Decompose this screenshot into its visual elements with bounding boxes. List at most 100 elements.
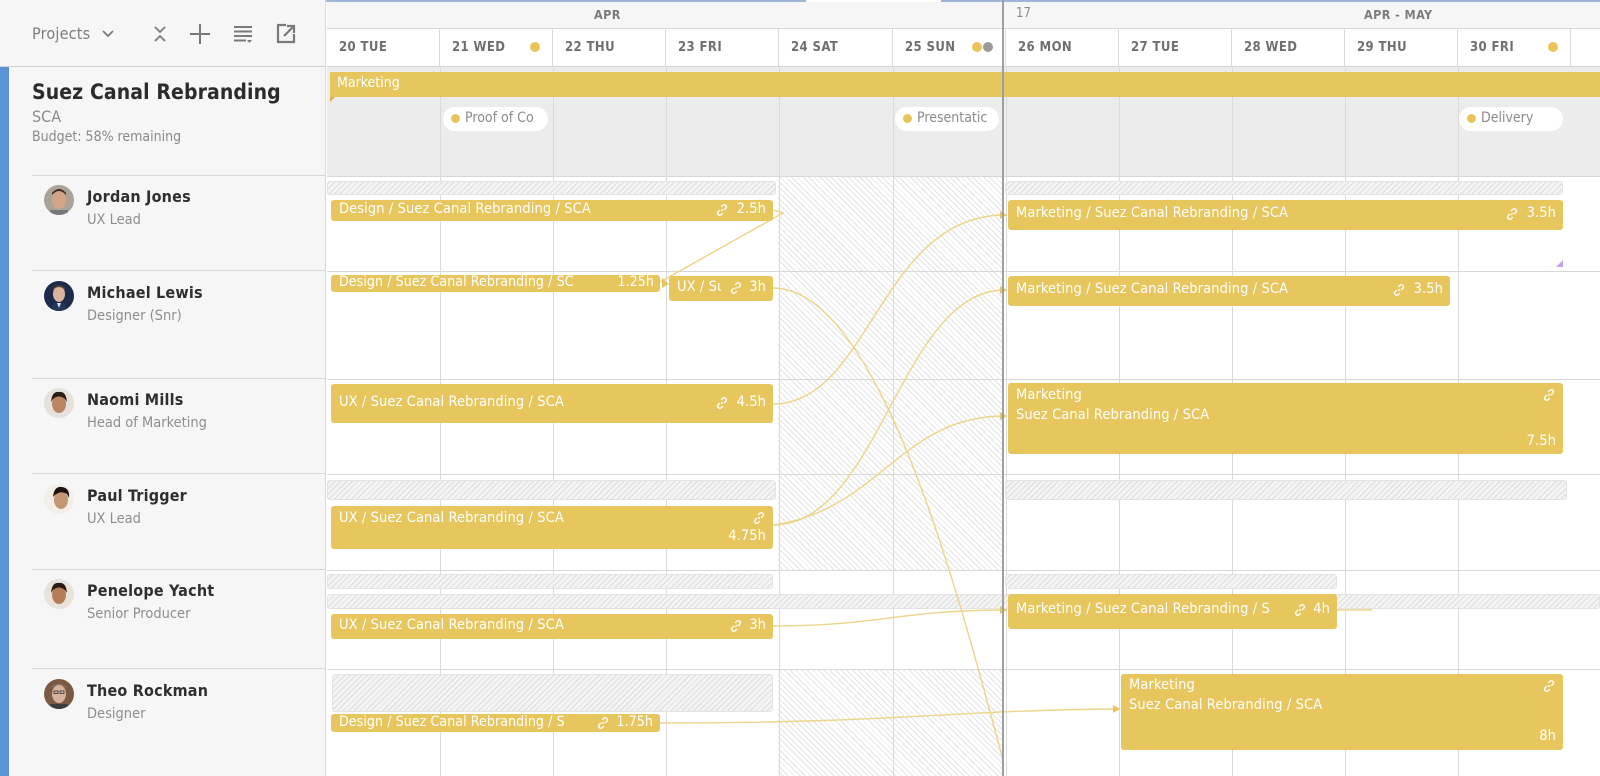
day-label: 23 FRI (678, 40, 723, 55)
day-label: 27 TUE (1131, 40, 1180, 55)
row-divider (327, 176, 1600, 177)
link-icon (1507, 208, 1517, 220)
phase-banner-marketing[interactable]: Marketing (330, 72, 1600, 102)
avatar (44, 388, 74, 418)
row-divider (32, 668, 326, 669)
time-off-strip[interactable] (327, 574, 773, 589)
row-divider (32, 175, 326, 176)
project-title[interactable]: Suez Canal Rebranding (32, 80, 281, 104)
link-icon (754, 512, 764, 524)
sidebar-toolbar: Projects (0, 2, 326, 67)
assignment-bar[interactable]: Marketing Suez Canal Rebranding / SCA 8h (1121, 674, 1563, 750)
link-icon (1295, 604, 1305, 616)
day-column-header[interactable]: 21 WED (440, 29, 553, 67)
day-column-header[interactable]: 26 MON (1006, 29, 1119, 67)
person-name: Paul Trigger (87, 486, 187, 505)
time-off-strip[interactable] (327, 594, 1600, 609)
avatar (44, 281, 74, 311)
avatar (44, 185, 74, 215)
assignment-hours: 4.5h (736, 394, 766, 410)
link-icon (717, 204, 727, 216)
collapse-icon[interactable] (148, 22, 172, 46)
milestone-indicator-dot[interactable] (1548, 42, 1558, 52)
day-label: 28 WED (1244, 40, 1298, 55)
assignment-label-line2: Suez Canal Rebranding / SCA (1016, 407, 1210, 423)
day-label: 21 WED (452, 40, 506, 55)
open-external-icon[interactable] (274, 22, 298, 46)
project-color-bar (0, 67, 9, 776)
assignment-hours: 1.75h (616, 714, 653, 730)
time-off-strip[interactable] (327, 480, 776, 500)
assignment-bar[interactable]: Design / Suez Canal Rebranding / S 1.75h (331, 714, 660, 732)
day-column-header[interactable]: 30 FRI (1458, 29, 1571, 67)
assignment-bar[interactable]: UX / Suez Canal Rebranding / SCA 4.75h (331, 506, 773, 549)
assignment-bar[interactable]: UX / Suez Canal Rebranding / SCA 4.5h (331, 384, 773, 423)
weekend-shading (778, 669, 1003, 776)
assignment-hours: 2.5h (736, 201, 766, 217)
link-icon (1544, 680, 1554, 692)
person-name: Jordan Jones (87, 187, 191, 206)
assignment-bar[interactable]: Marketing / Suez Canal Rebranding / S 4h (1008, 594, 1337, 629)
row-divider (327, 474, 1600, 475)
assignment-label: Marketing / Suez Canal Rebranding / S (1016, 601, 1270, 617)
assignment-bar[interactable]: Marketing Suez Canal Rebranding / SCA 7.… (1008, 383, 1563, 454)
person-role: UX Lead (87, 212, 141, 228)
day-column-header[interactable]: 23 FRI (666, 29, 779, 67)
day-column-header[interactable]: 25 SUN (893, 29, 1006, 67)
month-label: APR (594, 7, 621, 22)
assignment-label: Design / Suez Canal Rebranding / SC (339, 275, 574, 290)
assignment-label: UX / Suez Canal Rebranding / SCA (339, 617, 564, 633)
projects-dropdown[interactable]: Projects (32, 24, 114, 43)
event-indicator-dot[interactable] (983, 42, 993, 52)
assignment-bar[interactable]: Design / Suez Canal Rebranding / SC 1.25… (331, 275, 660, 292)
person-role: Designer (Snr) (87, 308, 182, 324)
time-off-strip[interactable] (1005, 181, 1563, 195)
day-label: 24 SAT (791, 40, 839, 55)
day-label: 25 SUN (905, 40, 956, 55)
add-icon[interactable] (188, 22, 212, 46)
person-role: Head of Marketing (87, 415, 207, 431)
month-label: APR - MAY (1364, 7, 1433, 22)
assignment-hours: 4h (1313, 601, 1330, 617)
day-column-header[interactable]: 28 WED (1232, 29, 1345, 67)
person-name: Theo Rockman (87, 681, 209, 700)
assignment-label: UX / Su (677, 279, 721, 295)
day-column-header[interactable]: 22 THU (553, 29, 666, 67)
milestone-presentation[interactable]: Presentatic (895, 107, 999, 131)
milestone-indicator-dot[interactable] (972, 42, 982, 52)
time-off-strip[interactable] (332, 674, 773, 712)
assignment-label: Design / Suez Canal Rebranding / SCA (339, 201, 591, 217)
assignment-hours: 3.5h (1413, 281, 1443, 297)
milestone-delivery[interactable]: Delivery (1459, 107, 1563, 131)
weekend-shading (778, 176, 1003, 570)
time-off-strip[interactable] (327, 181, 776, 195)
row-divider (327, 379, 1600, 380)
person-role: Senior Producer (87, 606, 191, 622)
milestone-indicator-dot[interactable] (530, 42, 540, 52)
assignment-label-line2: Suez Canal Rebranding / SCA (1129, 697, 1323, 713)
day-column-header[interactable]: 29 THU (1345, 29, 1458, 67)
day-column-header[interactable]: 27 TUE (1119, 29, 1232, 67)
day-label: 20 TUE (339, 40, 388, 55)
assignment-label-line1: Marketing (1129, 677, 1195, 693)
link-icon (1394, 284, 1404, 296)
time-off-strip[interactable] (1005, 480, 1567, 500)
week-number: 17 (1016, 6, 1031, 21)
filter-list-icon[interactable] (231, 22, 255, 46)
assignment-bar[interactable]: UX / Su 3h (669, 276, 773, 301)
day-label: 30 FRI (1470, 40, 1515, 55)
day-column-header[interactable]: 24 SAT (779, 29, 893, 67)
milestone-proof-of-concept[interactable]: Proof of Co (443, 107, 548, 131)
assignment-bar[interactable]: Design / Suez Canal Rebranding / SCA 2.5… (331, 200, 773, 221)
link-icon (731, 282, 741, 294)
assignment-label: Marketing / Suez Canal Rebranding / SCA (1016, 205, 1289, 221)
assignment-bar[interactable]: Marketing / Suez Canal Rebranding / SCA … (1008, 276, 1450, 306)
time-off-strip[interactable] (1005, 574, 1337, 589)
assignment-bar[interactable]: UX / Suez Canal Rebranding / SCA 3h (331, 614, 773, 639)
assignment-hours: 1.25h (617, 275, 654, 290)
person-name: Michael Lewis (87, 283, 203, 302)
assignment-bar[interactable]: Marketing / Suez Canal Rebranding / SCA … (1008, 200, 1563, 230)
resize-corner-marker (1556, 260, 1563, 267)
day-column-header[interactable]: 20 TUE (327, 29, 440, 67)
person-role: Designer (87, 706, 146, 722)
